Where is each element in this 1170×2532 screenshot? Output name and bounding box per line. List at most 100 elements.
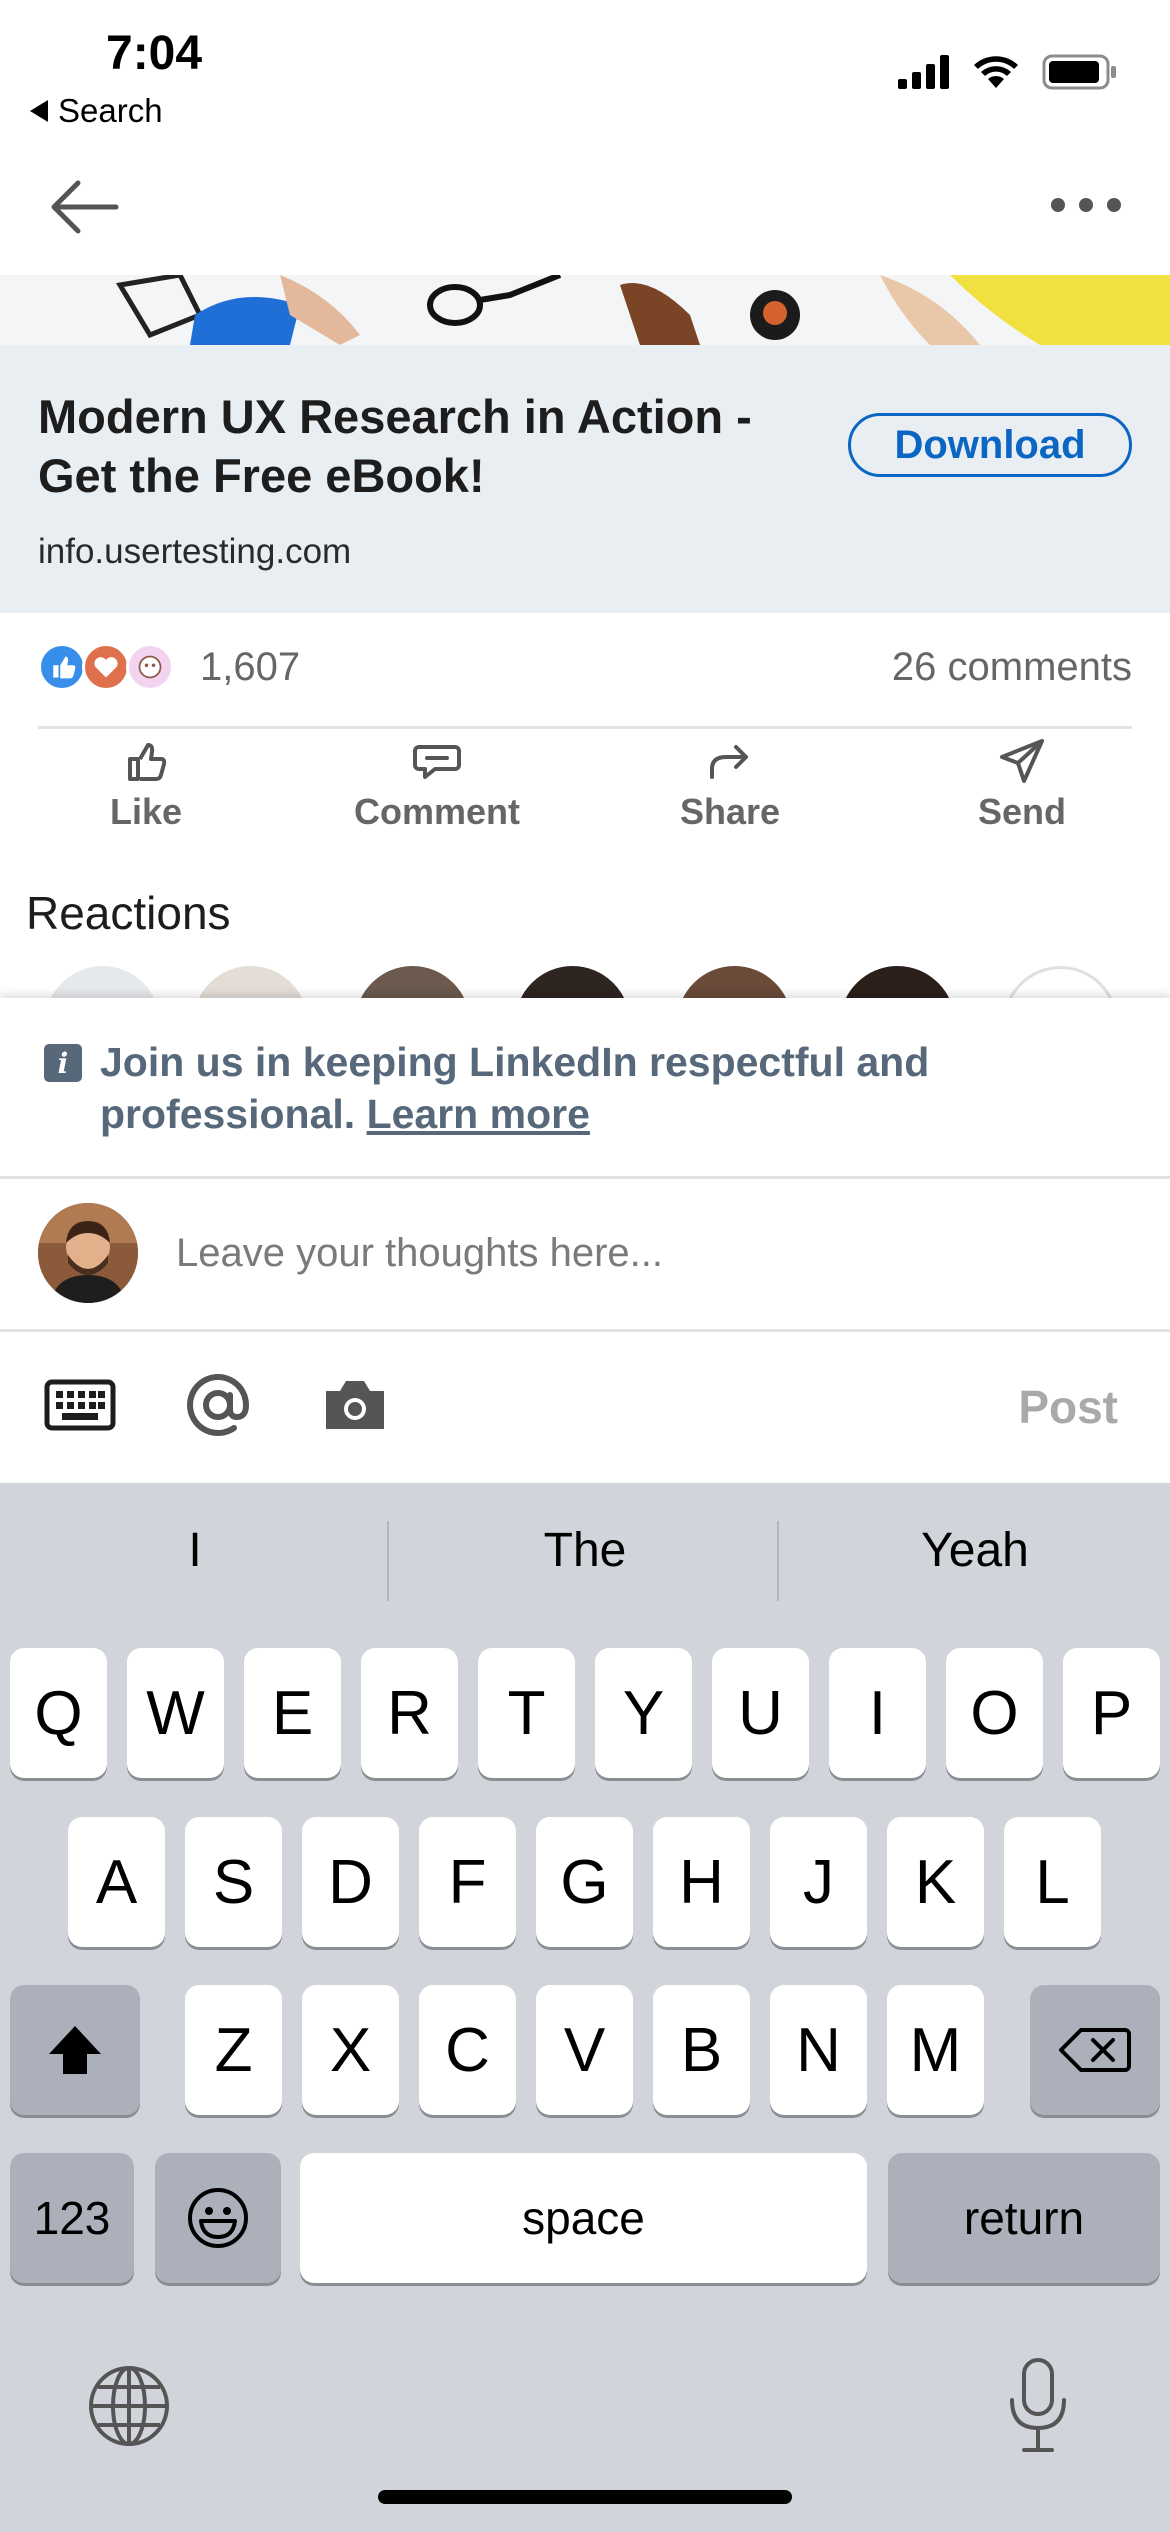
share-button[interactable]: Share [630, 735, 830, 845]
home-indicator[interactable] [378, 2490, 792, 2504]
notice-text: Join us in keeping LinkedIn respectful a… [100, 1036, 1110, 1140]
reactor-avatar[interactable] [355, 966, 470, 1000]
key-m[interactable]: M [887, 1985, 984, 2115]
curious-reaction-icon [126, 643, 174, 691]
like-label: Like [109, 791, 183, 832]
ad-headline: Modern UX Research in Action - Get the F… [38, 390, 752, 502]
camera-button[interactable] [322, 1370, 388, 1440]
key-r[interactable]: R [361, 1648, 458, 1778]
comment-input[interactable] [176, 1223, 1126, 1283]
key-o[interactable]: O [946, 1648, 1043, 1778]
globe-icon[interactable] [86, 2363, 172, 2449]
numbers-key[interactable]: 123 [10, 2153, 134, 2283]
key-y[interactable]: Y [595, 1648, 692, 1778]
more-options-icon[interactable] [1046, 190, 1126, 220]
comment-icon [413, 745, 461, 779]
ios-keyboard: I The Yeah Q W E R T Y U I O P A S D F G… [0, 1483, 1170, 2532]
nav-bar [0, 150, 1170, 275]
comment-button[interactable]: Comment [337, 735, 537, 845]
comments-count[interactable]: 26 comments [892, 645, 1132, 690]
post-actions: Like Comment Share Send [0, 735, 1170, 845]
key-c[interactable]: C [419, 1985, 516, 2115]
return-key[interactable]: return [888, 2153, 1160, 2283]
user-avatar-photo [38, 1203, 138, 1303]
like-icon [128, 743, 167, 781]
mention-button[interactable] [184, 1370, 252, 1440]
key-u[interactable]: U [712, 1648, 809, 1778]
suggestion-1[interactable]: I [0, 1523, 390, 1578]
back-to-search-label: Search [58, 92, 163, 129]
info-icon: i [44, 1044, 82, 1082]
at-mention-icon [187, 1374, 250, 1437]
key-k[interactable]: K [887, 1817, 984, 1947]
love-reaction-icon [82, 643, 130, 691]
divider [0, 1176, 1170, 1179]
emoji-key[interactable] [155, 2153, 281, 2283]
back-triangle-icon [30, 100, 48, 122]
reactor-avatar[interactable] [45, 966, 160, 1000]
status-icons [898, 54, 1118, 90]
microphone-icon[interactable] [1006, 2356, 1070, 2456]
shift-key[interactable] [10, 1985, 140, 2115]
key-l[interactable]: L [1004, 1817, 1101, 1947]
key-e[interactable]: E [244, 1648, 341, 1778]
reactor-avatar[interactable] [840, 966, 955, 1000]
back-arrow-icon[interactable] [44, 172, 124, 242]
suggestion-3[interactable]: Yeah [780, 1523, 1170, 1578]
learn-more-link[interactable]: Learn more [367, 1091, 590, 1137]
key-i[interactable]: I [829, 1648, 926, 1778]
share-icon [710, 745, 748, 779]
delete-key[interactable] [1030, 1985, 1160, 2115]
key-a[interactable]: A [68, 1817, 165, 1947]
space-key[interactable]: space [300, 2153, 867, 2283]
divider [38, 726, 1132, 729]
reactor-avatars[interactable] [0, 966, 1170, 1000]
ad-domain: info.usertesting.com [38, 532, 352, 571]
key-v[interactable]: V [536, 1985, 633, 2115]
wifi-icon [974, 56, 1018, 88]
backspace-icon [1059, 2028, 1131, 2072]
key-j[interactable]: J [770, 1817, 867, 1947]
send-label: Send [977, 791, 1066, 832]
share-label: Share [679, 791, 781, 832]
suggestion-2[interactable]: The [390, 1523, 780, 1578]
key-g[interactable]: G [536, 1817, 633, 1947]
user-avatar [38, 1203, 138, 1303]
post-button[interactable]: Post [1018, 1380, 1118, 1434]
key-d[interactable]: D [302, 1817, 399, 1947]
key-t[interactable]: T [478, 1648, 575, 1778]
key-q[interactable]: Q [10, 1648, 107, 1778]
ad-card[interactable]: Modern UX Research in Action - Get the F… [0, 345, 1170, 613]
key-b[interactable]: B [653, 1985, 750, 2115]
key-h[interactable]: H [653, 1817, 750, 1947]
reaction-count[interactable]: 1,607 [200, 645, 300, 690]
keyboard-icon [44, 1379, 116, 1431]
like-button[interactable]: Like [46, 735, 246, 845]
shift-arrow-icon [49, 2026, 101, 2074]
key-s[interactable]: S [185, 1817, 282, 1947]
camera-icon [326, 1381, 384, 1429]
reactor-avatar[interactable] [677, 966, 792, 1000]
reactor-avatar[interactable] [515, 966, 630, 1000]
reaction-icons[interactable] [38, 643, 174, 691]
key-f[interactable]: F [419, 1817, 516, 1947]
divider [0, 1329, 1170, 1332]
key-z[interactable]: Z [185, 1985, 282, 2115]
status-time: 7:04 [106, 27, 203, 80]
key-n[interactable]: N [770, 1985, 867, 2115]
suggestion-divider [387, 1521, 389, 1601]
reactor-avatar[interactable] [1003, 966, 1118, 1000]
comment-composer: i Join us in keeping LinkedIn respectful… [0, 998, 1170, 1483]
suggestion-divider [777, 1521, 779, 1601]
social-counts: 1,607 26 comments [0, 613, 1170, 728]
ad-banner-image[interactable] [0, 275, 1170, 345]
download-button[interactable]: Download [848, 413, 1132, 477]
keyboard-toggle-button[interactable] [44, 1370, 116, 1440]
cellular-signal-icon [898, 55, 949, 89]
key-x[interactable]: X [302, 1985, 399, 2115]
key-p[interactable]: P [1063, 1648, 1160, 1778]
key-w[interactable]: W [127, 1648, 224, 1778]
send-button[interactable]: Send [922, 735, 1122, 845]
back-to-search-link[interactable]: Search [30, 92, 163, 130]
reactor-avatar[interactable] [193, 966, 308, 1000]
